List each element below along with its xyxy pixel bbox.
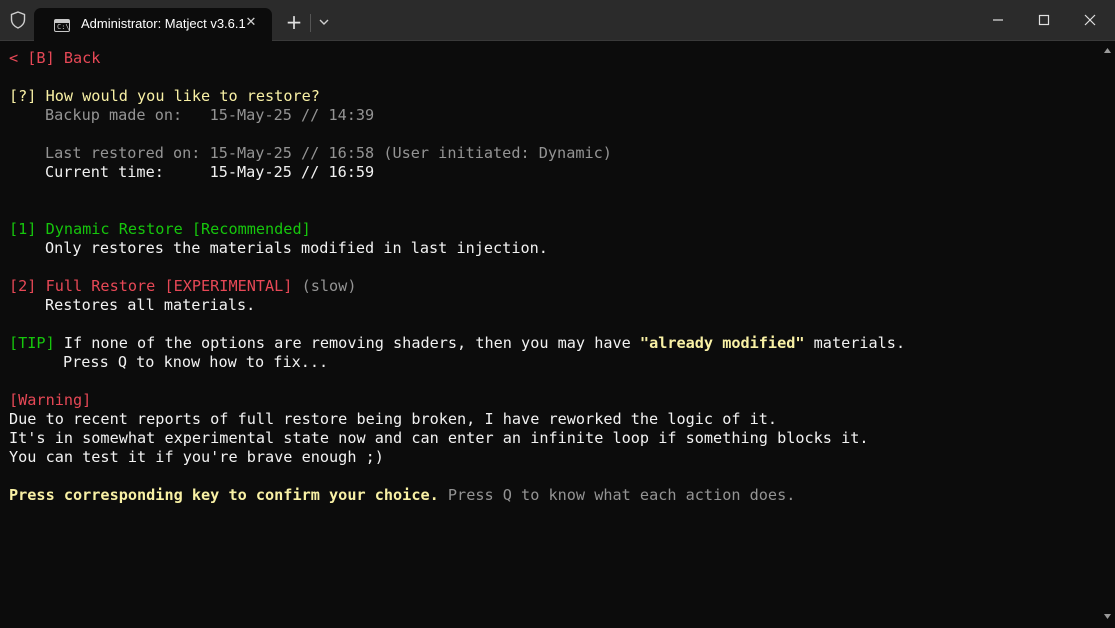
scroll-up-icon[interactable] xyxy=(1103,46,1112,55)
prompt-hint: Press Q to know what each action does. xyxy=(438,486,796,504)
maximize-icon xyxy=(1038,14,1050,26)
tip-text-start: If none of the options are removing shad… xyxy=(54,334,640,352)
prompt-main: Press corresponding key to confirm your … xyxy=(9,486,439,504)
shield-icon xyxy=(10,11,26,29)
tab-separator xyxy=(310,14,311,32)
tip-line-2: Press Q to know how to fix... xyxy=(63,353,329,371)
chevron-down-icon[interactable] xyxy=(313,9,335,35)
scroll-down-icon[interactable] xyxy=(1103,612,1112,621)
maximize-button[interactable] xyxy=(1021,0,1067,40)
option-dynamic-restore: [1] Dynamic Restore [Recommended] xyxy=(9,220,311,238)
question-line: [?] How would you like to restore? xyxy=(9,87,320,106)
option-dynamic-description: Only restores the materials modified in … xyxy=(45,239,548,257)
option-full-restore: [2] Full Restore [EXPERIMENTAL] (slow) xyxy=(9,277,356,296)
question-text: How would you like to restore? xyxy=(45,87,320,105)
current-time-line: Current time: 15-May-25 // 16:59 xyxy=(45,163,375,181)
close-window-icon xyxy=(1084,14,1096,26)
option-full-description: Restores all materials. xyxy=(45,296,256,314)
question-marker: [?] xyxy=(9,87,37,105)
close-icon[interactable]: ✕ xyxy=(240,12,262,34)
option-full-restore-speed: (slow) xyxy=(292,277,357,295)
tab-administrator[interactable]: C:\ Administrator: Matject v3.6.1 ✕ xyxy=(34,8,272,41)
warning-line-3: You can test it if you're brave enough ;… xyxy=(9,448,384,466)
minimize-button[interactable] xyxy=(975,0,1021,40)
warning-line-1: Due to recent reports of full restore be… xyxy=(9,410,778,428)
warning-line-2: It's in somewhat experimental state now … xyxy=(9,429,869,447)
minimize-icon xyxy=(993,19,1003,21)
warning-marker: [Warning] xyxy=(9,391,92,409)
scrollbar[interactable] xyxy=(1100,41,1115,628)
tip-highlight: "already modified" xyxy=(639,334,805,352)
back-option: < [B] Back xyxy=(9,49,101,67)
option-full-restore-title: [2] Full Restore [EXPERIMENTAL] xyxy=(9,277,293,295)
terminal-icon: C:\ xyxy=(54,19,70,32)
last-restored-line: Last restored on: 15-May-25 // 16:58 (Us… xyxy=(45,144,612,162)
tip-line: [TIP] If none of the options are removin… xyxy=(9,334,905,353)
prompt-line: Press corresponding key to confirm your … xyxy=(9,486,795,505)
tip-text-end: materials. xyxy=(804,334,906,352)
close-window-button[interactable] xyxy=(1067,0,1113,40)
tip-marker: [TIP] xyxy=(9,334,55,352)
tab-title: Administrator: Matject v3.6.1 xyxy=(81,16,246,31)
terminal-output[interactable]: < [B] Back [?] How would you like to res… xyxy=(0,41,1100,628)
title-bar: C:\ Administrator: Matject v3.6.1 ✕ + xyxy=(0,0,1115,41)
plus-icon[interactable]: + xyxy=(281,9,307,35)
backup-made-line: Backup made on: 15-May-25 // 14:39 xyxy=(45,106,375,124)
